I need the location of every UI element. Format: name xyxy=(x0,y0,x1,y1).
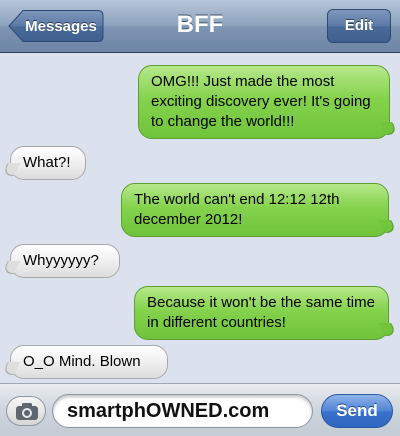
message-bubble-sent: The world can't end 12:12 12th december … xyxy=(121,183,389,237)
message-thread: OMG!!! Just made the most exciting disco… xyxy=(0,53,400,383)
camera-button[interactable] xyxy=(6,396,46,426)
navigation-bar: Messages BFF Edit xyxy=(0,0,400,53)
message-bubble-received: O_O Mind. Blown xyxy=(10,345,168,379)
camera-icon xyxy=(16,403,38,420)
message-bubble-received: What?! xyxy=(10,146,86,180)
send-button[interactable]: Send xyxy=(321,394,393,428)
compose-bar: smartphOWNED.com Send xyxy=(0,383,400,436)
message-bubble-received: Whyyyyyy? xyxy=(10,244,120,278)
message-bubble-sent: OMG!!! Just made the most exciting disco… xyxy=(138,65,390,139)
edit-button[interactable]: Edit xyxy=(327,9,391,43)
message-input[interactable]: smartphOWNED.com xyxy=(52,394,313,428)
message-bubble-sent: Because it won't be the same time in dif… xyxy=(134,286,389,340)
